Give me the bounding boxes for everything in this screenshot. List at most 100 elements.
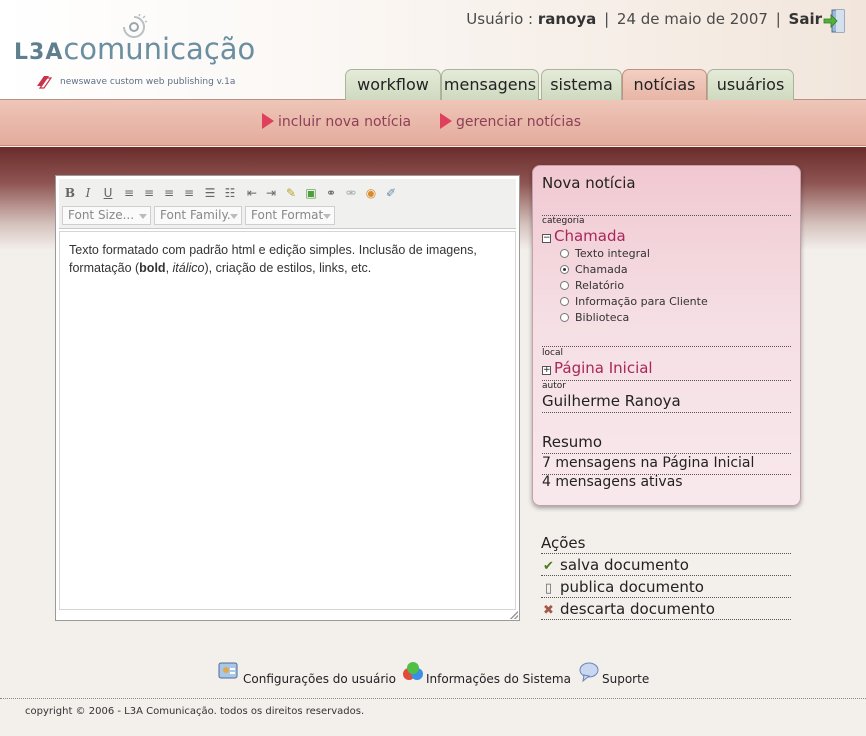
align-justify-icon[interactable]: ≡ — [181, 185, 197, 201]
newswave-icon — [37, 76, 53, 89]
tagline: newswave custom web publishing v.1a — [60, 77, 236, 87]
ordered-list-icon[interactable]: ☰ — [202, 185, 218, 201]
radio-label: Chamada — [575, 263, 628, 276]
font-family-select[interactable]: Font Family. — [154, 206, 242, 225]
resumo-line: 7 mensagens na Página Inicial — [542, 455, 791, 475]
html-source-icon[interactable]: ✐ — [383, 185, 399, 201]
radio-label: Relatório — [575, 279, 625, 292]
subnav-gerenciar-noticias[interactable]: gerenciar notícias — [440, 113, 581, 130]
footer-link-label: Configurações do usuário — [243, 672, 396, 686]
insert-image-icon[interactable]: ▣ — [303, 185, 319, 201]
outdent-icon[interactable]: ⇤ — [244, 185, 260, 201]
indent-icon[interactable]: ⇥ — [263, 185, 279, 201]
footer-link-label: Informações do Sistema — [426, 672, 571, 686]
actions-title-text: Ações — [541, 534, 586, 552]
local-label: local — [542, 348, 563, 358]
x-icon: ✖ — [543, 603, 554, 618]
divider — [542, 338, 791, 347]
font-size-select-label: Font Size... — [68, 208, 135, 222]
unlink-icon[interactable]: ⚮ — [343, 185, 359, 201]
link-icon[interactable]: ⚭ — [323, 185, 339, 201]
anchor-icon[interactable]: ◉ — [363, 185, 379, 201]
editor-text-end: ), criação de estilos, links, etc. — [204, 261, 372, 275]
resize-handle[interactable] — [510, 611, 518, 619]
check-icon: ✔ — [543, 559, 554, 574]
local-toggle[interactable]: + Página Inicial — [542, 359, 791, 381]
align-center-icon[interactable]: ≡ — [141, 185, 157, 201]
categoria-toggle[interactable]: − Chamada — [542, 227, 791, 245]
edit-icon[interactable]: ✎ — [283, 185, 299, 201]
underline-icon[interactable]: U — [100, 185, 116, 201]
radio-icon — [560, 281, 569, 290]
radio-chamada[interactable]: Chamada — [560, 263, 628, 276]
logout-link[interactable]: Sair — [789, 10, 822, 28]
chevron-down-icon — [139, 214, 147, 219]
local-value: Página Inicial — [554, 359, 653, 377]
radio-label: Texto integral — [575, 247, 650, 260]
user-name: ranoya — [537, 10, 597, 28]
rich-text-editor: B I U ≡ ≡ ≡ ≡ ☰ ☷ ⇤ ⇥ ✎ ▣ ⚭ ⚮ ◉ ✐ Font S… — [55, 175, 520, 621]
user-settings-icon — [218, 662, 238, 679]
font-family-select-label: Font Family. — [160, 208, 231, 222]
user-bar: Usuário : ranoya | 24 de maio de 2007 | … — [466, 10, 822, 28]
subnav-incluir-noticia[interactable]: incluir nova notícia — [262, 113, 411, 130]
subnav-label: gerenciar notícias — [456, 114, 582, 130]
font-format-select[interactable]: Font Format — [245, 206, 335, 225]
user-label: Usuário : — [466, 10, 534, 28]
discard-document-button[interactable]: ✖ descarta documento — [541, 598, 791, 620]
editor-text-italic: itálico — [172, 261, 205, 275]
categoria-value: Chamada — [554, 227, 626, 245]
align-left-icon[interactable]: ≡ — [121, 185, 137, 201]
footer-link-label: Suporte — [602, 672, 650, 686]
action-label: descarta documento — [560, 600, 715, 618]
radio-icon — [560, 297, 569, 306]
radio-icon — [560, 313, 569, 322]
resumo-line: 4 mensagens ativas — [542, 474, 683, 490]
copyright-text: copyright © 2006 - L3A Comunicação. todo… — [25, 706, 365, 717]
font-format-select-label: Font Format — [251, 208, 324, 222]
tab-usuarios[interactable]: usuários — [707, 69, 794, 100]
editor-text-bold: bold — [139, 261, 166, 275]
exit-door-icon[interactable] — [822, 7, 850, 35]
tab-noticias[interactable]: notícias — [622, 69, 707, 101]
logo[interactable]: L3Acomunicação — [14, 32, 255, 66]
logo-brand: L3A — [14, 40, 64, 65]
radio-label: Biblioteca — [575, 311, 630, 324]
tab-sistema[interactable]: sistema — [541, 69, 622, 100]
chat-bubble-icon — [579, 662, 599, 683]
radio-biblioteca[interactable]: Biblioteca — [560, 311, 629, 324]
unordered-list-icon[interactable]: ☷ — [222, 185, 238, 201]
autor-value: Guilherme Ranoya — [542, 392, 791, 413]
tab-workflow[interactable]: workflow — [345, 69, 441, 100]
current-date: 24 de maio de 2007 — [616, 10, 768, 28]
italic-icon[interactable]: I — [80, 185, 96, 201]
radio-texto-integral[interactable]: Texto integral — [560, 247, 650, 260]
subnav-label: incluir nova notícia — [278, 114, 412, 130]
save-document-button[interactable]: ✔ salva documento — [541, 554, 791, 576]
news-properties-panel: Nova notícia categoria − Chamada Texto in… — [532, 165, 801, 506]
bold-icon[interactable]: B — [62, 185, 78, 201]
expand-icon: + — [542, 365, 551, 375]
radio-relatorio[interactable]: Relatório — [560, 279, 624, 292]
play-arrow-icon — [262, 113, 274, 129]
font-size-select[interactable]: Font Size... — [62, 206, 151, 225]
system-info-icon — [403, 662, 423, 680]
action-label: salva documento — [560, 556, 689, 574]
action-label: publica documento — [560, 578, 704, 596]
publish-document-button[interactable]: ▯ publica documento — [541, 576, 791, 598]
chevron-down-icon — [323, 214, 331, 219]
tab-mensagens[interactable]: mensagens — [441, 69, 539, 100]
panel-title: Nova notícia — [542, 174, 791, 216]
header: L3Acomunicação newswave custom web publi… — [0, 0, 866, 101]
editor-content-area[interactable]: Texto formatado com padrão html e edição… — [59, 231, 516, 610]
chevron-down-icon — [230, 214, 238, 219]
logo-name: comunicação — [63, 32, 256, 66]
radio-informacao-cliente[interactable]: Informação para Cliente — [560, 295, 708, 308]
align-right-icon[interactable]: ≡ — [161, 185, 177, 201]
radio-label: Informação para Cliente — [575, 295, 708, 308]
resumo-title: Resumo — [542, 433, 791, 454]
radio-icon — [560, 249, 569, 258]
footer-divider — [0, 698, 866, 699]
categoria-label: categoria — [542, 216, 585, 226]
actions-title: Ações — [541, 532, 791, 554]
